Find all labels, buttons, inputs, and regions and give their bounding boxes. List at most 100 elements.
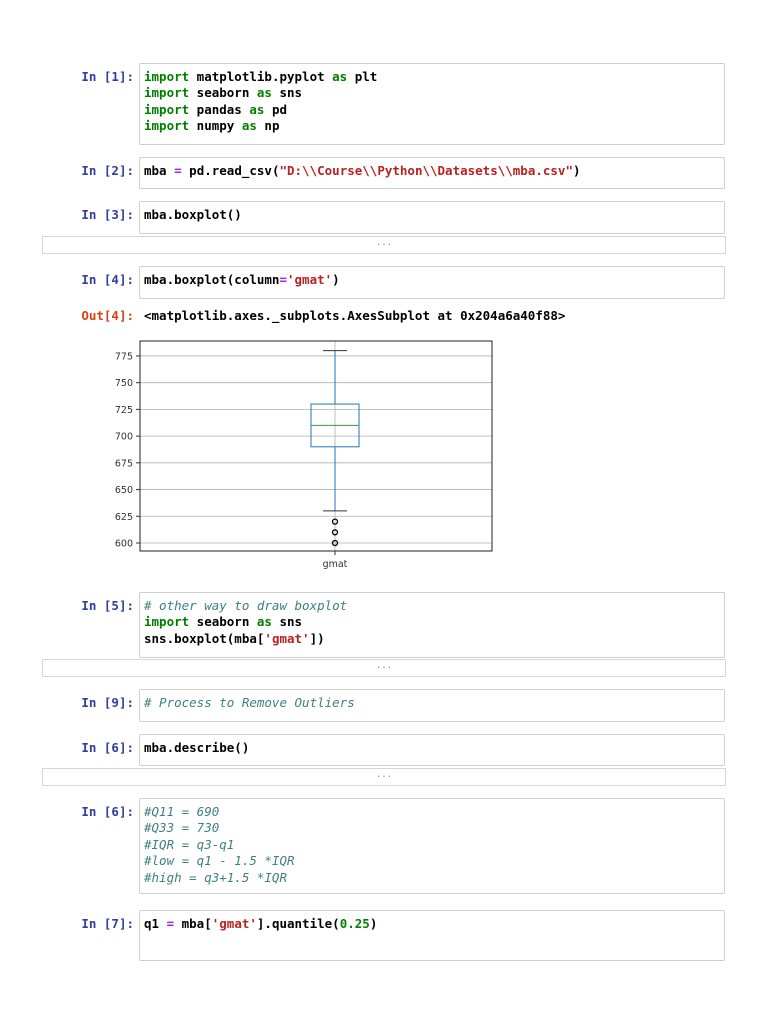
code-token: #high = q3+1.5 *IQR: [144, 869, 287, 885]
cell-prompt: In [2]:: [81, 163, 134, 178]
code-line: # other way to draw boxplot: [144, 598, 720, 614]
code-token: ].quantile(: [256, 916, 340, 931]
code-cell-input[interactable]: mba.boxplot(column='gmat'): [139, 266, 725, 299]
cell-prompt: In [4]:: [81, 272, 134, 287]
code-token: as: [241, 118, 257, 134]
code-token: ]): [309, 630, 325, 646]
code-token: sns: [271, 85, 303, 101]
collapsed-output-toggle[interactable]: ...: [42, 659, 726, 677]
cell-prompt: In [1]:: [81, 69, 134, 84]
code-token: import: [144, 101, 190, 117]
code-cell-input[interactable]: q1 = mba['gmat'].quantile(0.25): [139, 910, 725, 961]
code-token: 'gmat': [287, 272, 333, 287]
code-token: seaborn: [189, 85, 257, 101]
cell-prompt: In [5]:: [81, 598, 134, 613]
code-token: as: [332, 69, 348, 84]
code-token: sns: [271, 614, 303, 630]
code-token: pandas: [189, 101, 250, 117]
code-cell-input[interactable]: # other way to draw boxplot import seabor…: [139, 592, 725, 658]
code-line: #IQR = q3-q1: [144, 837, 720, 853]
cell-prompt: In [9]:: [81, 695, 134, 710]
code-token: sns.boxplot(mba[: [144, 630, 265, 646]
code-line: import seaborn as sns: [144, 85, 720, 101]
code-line: import numpy as np: [144, 118, 720, 134]
code-token: q1: [144, 916, 167, 931]
code-line: import seaborn as sns: [144, 614, 720, 630]
code-token: #IQR = q3-q1: [144, 836, 235, 852]
code-cell-input[interactable]: mba = pd.read_csv("D:\\Course\\Python\\D…: [139, 157, 725, 189]
code-token: #Q33 = 730: [144, 820, 220, 836]
code-cell-input[interactable]: mba.boxplot(): [139, 201, 725, 234]
code-token: 'gmat': [264, 630, 310, 646]
code-token: import: [144, 85, 190, 101]
code-token: # Process to Remove Outliers: [144, 695, 355, 710]
code-token: ): [369, 916, 378, 931]
code-token: mba.describe(): [144, 740, 250, 755]
code-line: import matplotlib.pyplot as plt: [144, 69, 720, 85]
code-line: mba.boxplot(column='gmat'): [144, 272, 720, 288]
code-token: 0.25: [339, 916, 370, 931]
code-line: mba = pd.read_csv("D:\\Course\\Python\\D…: [144, 163, 720, 179]
code-token: as: [256, 614, 272, 630]
code-token: numpy: [189, 118, 242, 134]
code-line: mba.describe(): [144, 740, 720, 756]
collapsed-output-toggle[interactable]: ...: [42, 236, 726, 254]
code-token: =: [279, 272, 287, 287]
cell-prompt: In [6]:: [81, 804, 134, 819]
code-token: mba[: [174, 916, 212, 931]
code-token: mba.boxplot(): [144, 207, 242, 222]
code-token: import: [144, 614, 190, 630]
code-token: matplotlib.pyplot: [189, 69, 333, 84]
code-token: mba.boxplot(column: [144, 272, 280, 287]
code-token: =: [174, 163, 182, 178]
code-token: import: [144, 118, 190, 134]
y-tick-label: 775: [115, 351, 133, 362]
code-token: 'gmat': [211, 916, 257, 931]
code-token: #Q11 = 690: [144, 804, 220, 819]
cell-prompt: In [6]:: [81, 740, 134, 755]
code-token: mba: [144, 163, 175, 178]
y-tick-label: 600: [115, 538, 133, 549]
code-line: #low = q1 - 1.5 *IQR: [144, 853, 720, 869]
x-tick-label: gmat: [323, 559, 348, 570]
code-token: # other way to draw boxplot: [144, 598, 348, 613]
code-line: q1 = mba['gmat'].quantile(0.25): [144, 916, 720, 932]
y-tick-label: 675: [115, 458, 133, 469]
y-tick-label: 625: [115, 512, 133, 523]
code-token: "D:\\Course\\Python\\Datasets\\mba.csv": [279, 163, 573, 178]
code-line: #Q11 = 690: [144, 804, 720, 820]
collapsed-output-toggle[interactable]: ...: [42, 768, 726, 786]
output-prompt: Out[4]:: [81, 308, 134, 323]
code-token: pd.read_csv(: [181, 163, 280, 178]
cell-prompt: In [3]:: [81, 207, 134, 222]
code-cell-input[interactable]: mba.describe(): [139, 734, 725, 766]
y-tick-label: 750: [115, 378, 133, 389]
code-token: as: [249, 101, 265, 117]
gmat-boxplot: 600 625 650 675 700 725 750 775 gmat: [115, 340, 493, 570]
code-cell-input[interactable]: import matplotlib.pyplot as plt import se…: [139, 63, 725, 145]
code-line: sns.boxplot(mba['gmat']): [144, 631, 720, 647]
code-token: import: [144, 69, 190, 84]
code-token: plt: [347, 69, 378, 84]
code-token: pd: [264, 101, 288, 117]
code-line: # Process to Remove Outliers: [144, 695, 720, 711]
code-token: #low = q1 - 1.5 *IQR: [144, 853, 295, 869]
y-tick-label: 700: [115, 432, 133, 443]
code-token: ): [572, 163, 581, 178]
code-token: =: [166, 916, 175, 931]
y-tick-label: 725: [115, 405, 133, 416]
code-line: mba.boxplot(): [144, 207, 720, 223]
code-cell-input[interactable]: #Q11 = 690 #Q33 = 730 #IQR = q3-q1 #low = q…: [139, 798, 725, 894]
y-tick-label: 650: [115, 485, 133, 496]
code-line: #Q33 = 730: [144, 820, 720, 836]
code-token: seaborn: [189, 614, 257, 630]
code-token: ): [332, 272, 340, 287]
code-token: np: [256, 118, 280, 134]
code-line: import pandas as pd: [144, 102, 720, 118]
code-cell-input[interactable]: # Process to Remove Outliers: [139, 689, 725, 722]
cell-prompt: In [7]:: [81, 916, 134, 931]
code-line: #high = q3+1.5 *IQR: [144, 870, 720, 886]
axes-frame: [139, 340, 493, 552]
output-text: <matplotlib.axes._subplots.AxesSubplot a…: [144, 308, 566, 323]
code-token: as: [256, 85, 272, 101]
